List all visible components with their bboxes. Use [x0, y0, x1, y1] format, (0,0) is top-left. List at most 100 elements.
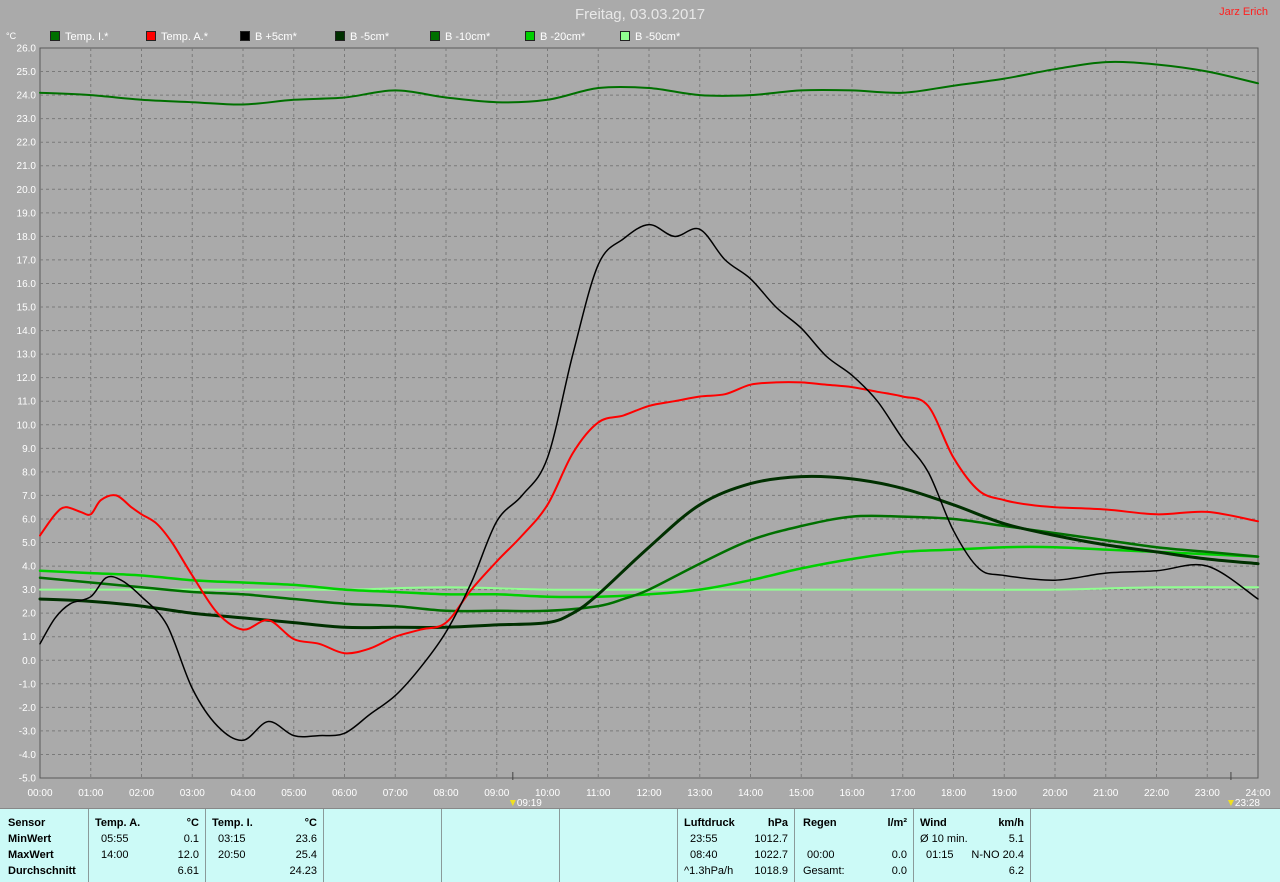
y-tick-label: 20.0: [17, 185, 37, 196]
y-tick-label: 11.0: [17, 397, 36, 408]
y-tick-label: 17.0: [17, 255, 37, 266]
row-label-max: MaxWert: [8, 849, 54, 861]
y-tick-label: 16.0: [17, 279, 37, 290]
x-tick-label: 04:00: [230, 788, 255, 799]
x-tick-label: 16:00: [839, 788, 864, 799]
wind-overall: 6.2: [1008, 865, 1024, 877]
legend-swatch: [525, 31, 535, 41]
grid: [39, 47, 1259, 779]
wind-avg: 5.1: [1008, 833, 1024, 845]
x-tick-label: 00:00: [27, 788, 52, 799]
y-tick-label: 0.0: [22, 656, 36, 667]
max-value: 12.0: [177, 849, 199, 861]
col-unit: l/m²: [887, 817, 907, 829]
marker-start-arrow-icon: [509, 800, 516, 806]
y-tick-label: 4.0: [22, 562, 36, 573]
y-tick-label: 13.0: [17, 350, 37, 361]
x-tick-label: 03:00: [180, 788, 205, 799]
x-tick-label: 13:00: [687, 788, 712, 799]
y-tick-label: 6.0: [22, 514, 36, 525]
max-value: N-NO 20.4: [971, 849, 1024, 861]
min-value: 1012.7: [754, 833, 788, 845]
x-tick-label: 20:00: [1042, 788, 1067, 799]
col-title: Temp. A.: [95, 817, 141, 829]
author-label: Jarz Erich: [1219, 6, 1268, 18]
y-tick-label: 19.0: [17, 208, 37, 219]
col-title: Luftdruck: [684, 817, 735, 829]
chart-title: Freitag, 03.03.2017: [574, 6, 706, 23]
y-tick-label: -2.0: [19, 703, 37, 714]
x-tick-label: 12:00: [636, 788, 661, 799]
min-time: 03:15: [218, 833, 246, 845]
legend-item: B -50cm*: [620, 31, 680, 43]
y-tick-label: 12.0: [17, 373, 37, 384]
stats-col-empty-2: [442, 809, 560, 882]
y-tick-label: 21.0: [17, 161, 37, 172]
col-title: Temp. I.: [212, 817, 253, 829]
y-tick-label: 26.0: [17, 44, 37, 55]
max-time: 14:00: [101, 849, 129, 861]
stats-col-empty-3: [560, 809, 678, 882]
min-time: 05:55: [101, 833, 129, 845]
y-tick-label: -5.0: [19, 774, 37, 785]
max-time: 08:40: [690, 849, 718, 861]
legend-item: B +5cm*: [240, 31, 297, 43]
y-tick-label: -4.0: [19, 750, 37, 761]
row-label-min: MinWert: [8, 833, 52, 845]
x-tick-label: 19:00: [992, 788, 1017, 799]
y-tick-label: 25.0: [17, 67, 37, 78]
x-tick-label: 06:00: [332, 788, 357, 799]
y-tick-label: 3.0: [22, 585, 36, 596]
y-tick-label: 23.0: [17, 114, 37, 125]
col-unit: hPa: [767, 817, 788, 829]
avg-value: 6.61: [177, 865, 199, 877]
wind-avg-label: Ø 10 min.: [920, 833, 968, 845]
x-tick-label: 01:00: [78, 788, 103, 799]
max-time: 01:15: [926, 849, 954, 861]
legend-item: Temp. I.*: [50, 31, 108, 43]
x-tick-label: 22:00: [1144, 788, 1169, 799]
stats-col-sensor: Sensor MinWert MaxWert Durchschnitt: [0, 809, 89, 882]
x-tick-label: 14:00: [738, 788, 763, 799]
legend-item: B -20cm*: [525, 31, 585, 43]
y-tick-label: 18.0: [17, 232, 37, 243]
legend-item: Temp. A.*: [146, 31, 208, 43]
y-tick-label: -3.0: [19, 726, 37, 737]
col-unit: °C: [304, 817, 317, 829]
x-tick-label: 11:00: [586, 788, 611, 799]
x-tick-label: 17:00: [890, 788, 915, 799]
legend-swatch: [240, 31, 250, 41]
legend-swatch: [430, 31, 440, 41]
avg-value: 1018.9: [754, 865, 788, 877]
y-tick-label: 8.0: [22, 467, 36, 478]
rain-total-label: Gesamt:: [803, 865, 845, 877]
col-title: Regen: [803, 817, 837, 829]
x-tick-label: 18:00: [941, 788, 966, 799]
legend-swatch: [620, 31, 630, 41]
y-tick-label: 14.0: [17, 326, 37, 337]
x-tick-label: 07:00: [383, 788, 408, 799]
stats-col-pressure: Luftdruck hPa 23:55 1012.7 08:40 1022.7 …: [678, 809, 795, 882]
y-tick-label: 2.0: [22, 609, 36, 620]
legend-item: B -5cm*: [335, 31, 389, 43]
x-tick-label: 05:00: [281, 788, 306, 799]
min-time: 23:55: [690, 833, 718, 845]
sensor-header: Sensor: [8, 817, 46, 829]
x-tick-label: 09:00: [484, 788, 509, 799]
rain-total: 0.0: [891, 865, 907, 877]
max-time: 20:50: [218, 849, 246, 861]
marker-end-arrow-icon: [1227, 800, 1234, 806]
legend-swatch: [50, 31, 60, 41]
y-tick-label: 24.0: [17, 91, 37, 102]
x-tick-label: 23:00: [1195, 788, 1220, 799]
min-value: 23.6: [295, 833, 317, 845]
row-label-avg: Durchschnitt: [8, 865, 76, 877]
stats-panel: Sensor MinWert MaxWert Durchschnitt Temp…: [0, 808, 1280, 882]
marker-end-label: 23:28: [1235, 798, 1260, 808]
y-tick-label: 9.0: [22, 444, 36, 455]
max-value: 25.4: [295, 849, 317, 861]
min-value: 0.1: [183, 833, 199, 845]
x-tick-label: 15:00: [789, 788, 814, 799]
legend-swatch: [335, 31, 345, 41]
stats-col-temp-i: Temp. I. °C 03:15 23.6 20:50 25.4 24.23: [206, 809, 324, 882]
